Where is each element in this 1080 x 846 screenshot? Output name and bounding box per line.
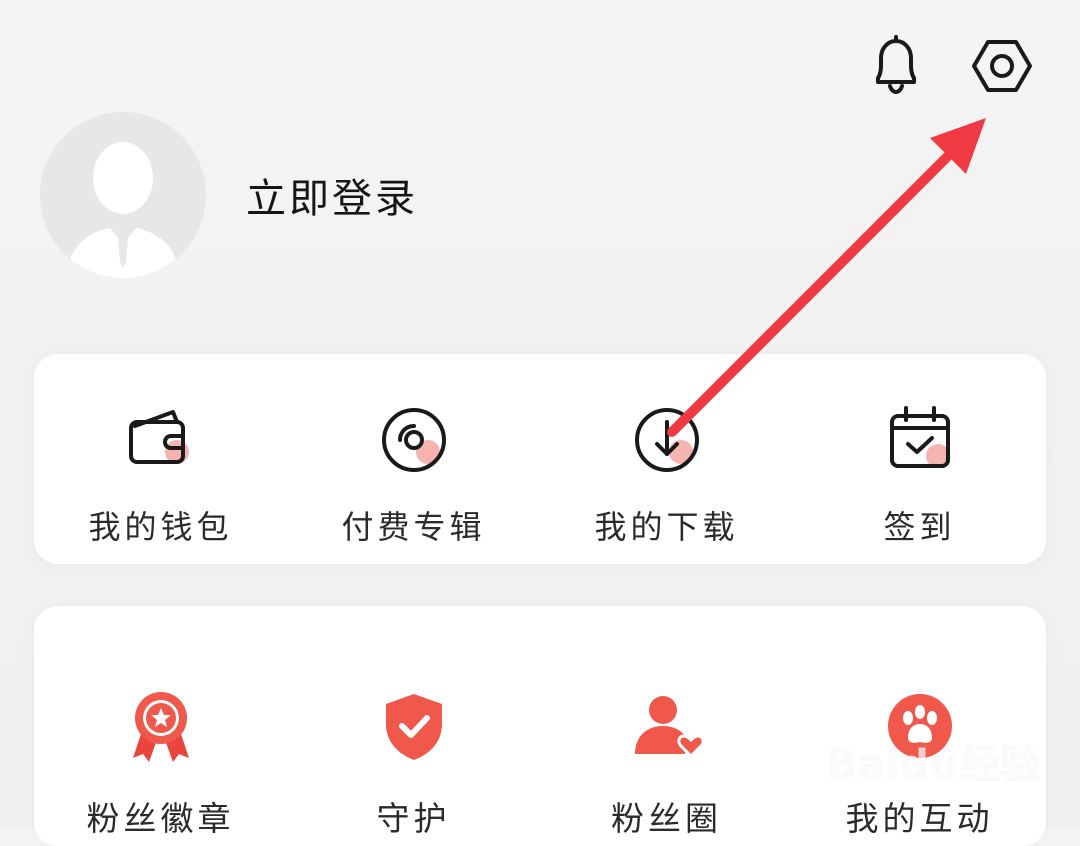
checkin-button[interactable]: 签到 (793, 398, 1046, 548)
guard-button[interactable]: 守护 (287, 684, 540, 840)
fan-circle-label: 粉丝圈 (611, 799, 722, 838)
profile-header: 立即登录 (40, 112, 560, 282)
wallet-icon (119, 398, 203, 482)
paid-album-button[interactable]: 付费专辑 (287, 398, 540, 548)
settings-button[interactable] (966, 30, 1038, 102)
bell-icon (876, 35, 916, 95)
paw-icon (878, 684, 962, 768)
default-avatar-icon (40, 112, 206, 278)
checkin-label: 签到 (883, 508, 956, 546)
fan-badge-label: 粉丝徽章 (86, 799, 235, 838)
quick-actions-card: 我的钱包 付费专辑 我的下载 签到 (34, 354, 1046, 564)
guard-label: 守护 (376, 799, 451, 838)
bell-button[interactable] (860, 30, 932, 102)
fan-badge-button[interactable]: 粉丝徽章 (34, 684, 287, 840)
fan-circle-icon (625, 684, 709, 768)
paid-album-label: 付费专辑 (341, 508, 486, 546)
fan-badge-icon (119, 684, 203, 768)
download-icon (625, 398, 709, 482)
wallet-label: 我的钱包 (88, 508, 233, 546)
disc-icon (372, 398, 456, 482)
wallet-button[interactable]: 我的钱包 (34, 398, 287, 548)
fan-actions-card: 粉丝徽章 守护 粉丝圈 我的互动 (34, 606, 1046, 846)
shield-check-icon (372, 684, 456, 768)
fan-circle-button[interactable]: 粉丝圈 (540, 684, 793, 840)
login-link[interactable]: 立即登录 (246, 166, 418, 224)
avatar[interactable] (40, 112, 206, 278)
download-button[interactable]: 我的下载 (540, 398, 793, 548)
top-toolbar (0, 0, 1080, 120)
interaction-label: 我的互动 (845, 799, 994, 838)
download-label: 我的下载 (594, 508, 739, 546)
interaction-button[interactable]: 我的互动 (793, 684, 1046, 840)
calendar-check-icon (878, 398, 962, 482)
settings-gear-icon (972, 40, 1032, 92)
